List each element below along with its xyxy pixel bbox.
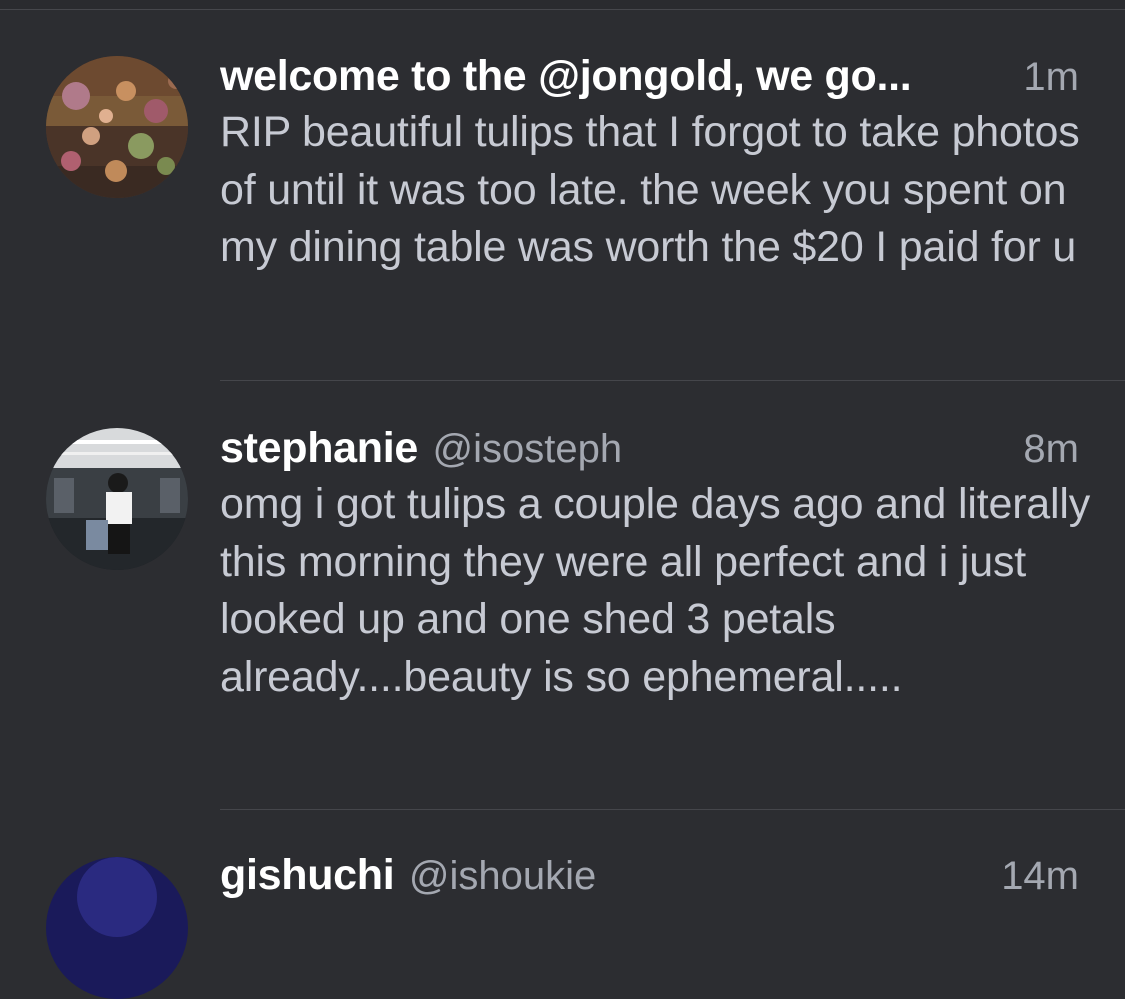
timestamp: 8m — [1023, 427, 1079, 471]
avatar[interactable] — [46, 857, 188, 999]
name-line: welcome to the @jongold, we go... — [220, 52, 1079, 102]
display-name[interactable]: gishuchi — [220, 851, 395, 899]
display-name[interactable]: welcome to the @jongold, we go... — [220, 52, 912, 100]
timestamp: 1m — [1023, 55, 1079, 99]
tweet-cell[interactable]: stephanie @isosteph 8m omg i got tulips … — [0, 381, 1125, 811]
tweet-text: RIP beautiful tulips that I forgot to ta… — [220, 108, 1080, 271]
display-name[interactable]: stephanie — [220, 424, 418, 472]
handle[interactable]: @isosteph — [432, 427, 622, 471]
separator — [220, 809, 1125, 810]
name-line: stephanie @isosteph — [220, 424, 1079, 474]
tweet-cell[interactable]: gishuchi @ishoukie 14m — [0, 811, 1125, 999]
handle[interactable]: @ishoukie — [409, 854, 596, 898]
timestamp: 14m — [1001, 854, 1079, 898]
avatar[interactable] — [46, 428, 188, 570]
avatar[interactable] — [46, 56, 188, 198]
tweet-text: omg i got tulips a couple days ago and l… — [220, 480, 1091, 701]
name-line: gishuchi @ishoukie — [220, 851, 1079, 901]
tweet-cell[interactable]: welcome to the @jongold, we go... 1m RIP… — [0, 0, 1125, 382]
